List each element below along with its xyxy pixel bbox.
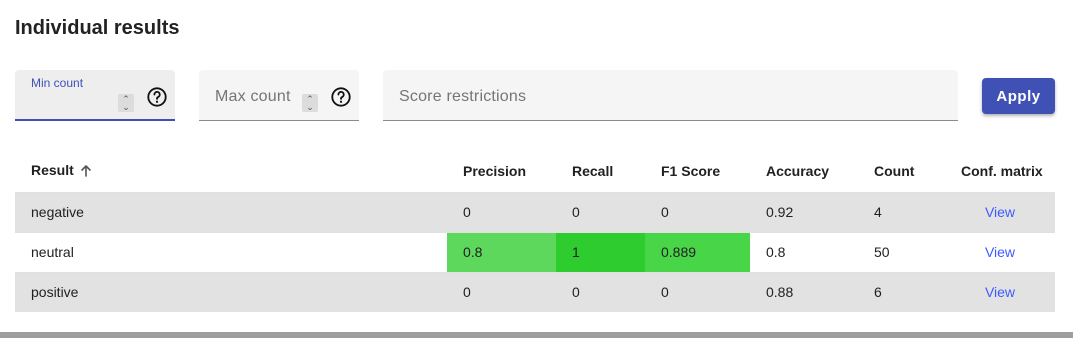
table-row: neutral 0.8 1 0.889 0.8 50 View [15, 231, 1055, 273]
help-circle-icon[interactable] [330, 86, 352, 108]
score-restrictions-field[interactable]: Score restrictions [383, 70, 958, 121]
cell-f1: 0 [645, 192, 750, 232]
min-count-field[interactable]: Min count ⌃ ⌄ [15, 70, 175, 121]
max-count-field[interactable]: Max count ⌃ ⌄ [199, 70, 359, 121]
results-table: Result Precision Recall F1 Score Accurac… [15, 150, 1055, 312]
column-header-accuracy[interactable]: Accuracy [750, 150, 858, 193]
cell-accuracy: 0.88 [750, 272, 858, 312]
column-header-recall[interactable]: Recall [556, 150, 645, 193]
view-conf-matrix-link[interactable]: View [985, 204, 1015, 220]
table-row: positive 0 0 0 0.88 6 View [15, 272, 1055, 312]
cell-accuracy: 0.92 [750, 192, 858, 232]
column-header-result[interactable]: Result [15, 150, 447, 193]
cell-f1: 0.889 [645, 231, 750, 273]
view-conf-matrix-link[interactable]: View [985, 284, 1015, 300]
cell-conf-matrix: View [945, 272, 1055, 312]
max-count-placeholder: Max count [215, 88, 291, 105]
cell-recall: 1 [556, 231, 645, 273]
min-count-label: Min count [31, 76, 84, 90]
table-row: negative 0 0 0 0.92 4 View [15, 192, 1055, 232]
cell-result: negative [15, 192, 447, 232]
column-header-f1-score[interactable]: F1 Score [645, 150, 750, 193]
cell-precision: 0 [447, 192, 556, 232]
table-header-row: Result Precision Recall F1 Score Accurac… [15, 150, 1055, 193]
cell-count: 4 [858, 192, 945, 232]
max-count-spinner-icon[interactable]: ⌃ ⌄ [302, 94, 318, 112]
column-header-count[interactable]: Count [858, 150, 945, 193]
cell-result: neutral [15, 231, 447, 273]
column-header-precision[interactable]: Precision [447, 150, 556, 193]
cell-count: 6 [858, 272, 945, 312]
column-header-conf-matrix: Conf. matrix [945, 150, 1055, 193]
arrow-up-icon [80, 164, 92, 180]
cell-recall: 0 [556, 192, 645, 232]
cell-count: 50 [858, 231, 945, 273]
cell-precision: 0.8 [447, 231, 556, 273]
score-restrictions-placeholder: Score restrictions [399, 88, 527, 105]
cell-recall: 0 [556, 272, 645, 312]
cell-f1: 0 [645, 272, 750, 312]
cell-precision: 0 [447, 272, 556, 312]
cell-result: positive [15, 272, 447, 312]
bottom-divider [0, 332, 1073, 338]
cell-accuracy: 0.8 [750, 231, 858, 273]
help-circle-icon[interactable] [146, 86, 168, 108]
apply-button[interactable]: Apply [982, 78, 1055, 114]
min-count-spinner-icon[interactable]: ⌃ ⌄ [118, 94, 134, 112]
view-conf-matrix-link[interactable]: View [985, 244, 1015, 260]
cell-conf-matrix: View [945, 231, 1055, 273]
cell-conf-matrix: View [945, 192, 1055, 232]
page-title: Individual results [15, 17, 180, 39]
